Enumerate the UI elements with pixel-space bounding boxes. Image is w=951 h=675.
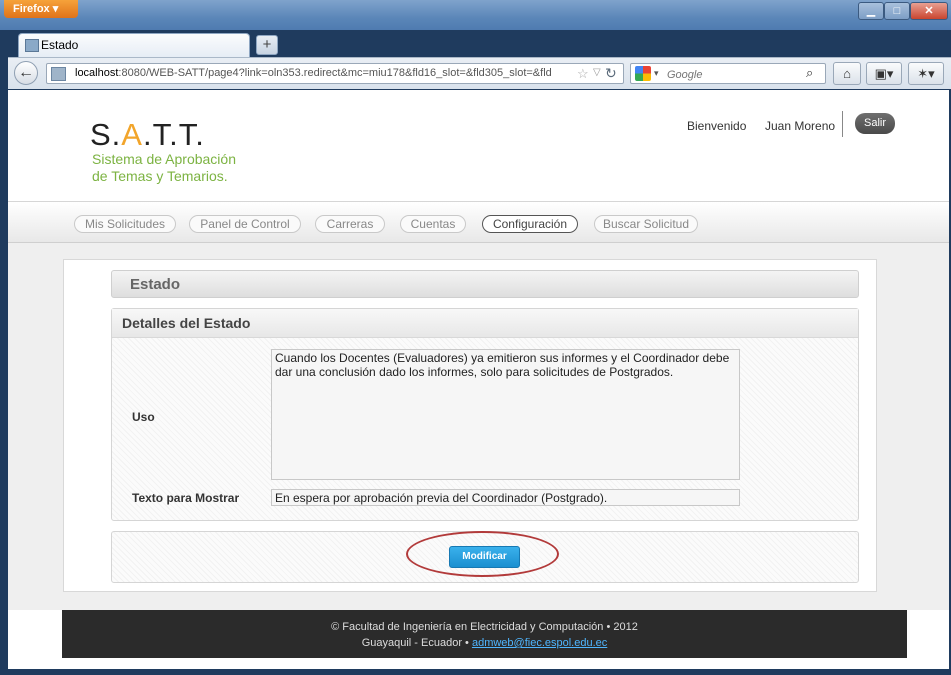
footer-location: Guayaquil - Ecuador • admweb@fiec.espol.… bbox=[361, 637, 608, 649]
home-icon: ⌂ bbox=[843, 66, 851, 81]
addon-button[interactable]: ✶▾ bbox=[908, 62, 944, 85]
window-titlebar bbox=[0, 0, 951, 30]
highlight-circle bbox=[406, 531, 559, 577]
back-button[interactable]: ← bbox=[14, 61, 38, 85]
search-input[interactable] bbox=[665, 66, 799, 83]
search-icon[interactable]: ⌕ bbox=[806, 65, 813, 81]
star-icon[interactable]: ☆ bbox=[577, 66, 589, 82]
web-page: S.A.T.T. Sistema de Aprobación de Temas … bbox=[8, 90, 949, 669]
footer-email-link[interactable]: admweb@fiec.espol.edu.ec bbox=[472, 637, 607, 649]
menu-configuracion[interactable]: Configuración bbox=[482, 215, 578, 233]
texto-para-mostrar-label: Texto para Mostrar bbox=[132, 491, 240, 505]
new-tab-button[interactable]: + bbox=[256, 35, 278, 55]
main-menu: Mis Solicitudes Panel de Control Carrera… bbox=[8, 201, 949, 243]
greeting-text: Bienvenido bbox=[687, 119, 747, 133]
menu-mis-solicitudes[interactable]: Mis Solicitudes bbox=[74, 215, 176, 233]
address-bar[interactable]: localhost:8080/WEB-SATT/page4?link=oln35… bbox=[46, 63, 624, 84]
search-bar[interactable]: ▾ ⌕ bbox=[630, 63, 826, 84]
close-window-button[interactable]: ✕ bbox=[910, 2, 948, 20]
detalles-header: Detalles del Estado bbox=[112, 309, 858, 338]
site-identity-icon[interactable] bbox=[51, 67, 66, 81]
detalles-title: Detalles del Estado bbox=[122, 315, 251, 331]
menu-cuentas[interactable]: Cuentas bbox=[400, 215, 466, 233]
detalles-section: Detalles del Estado Uso Cuando los Docen… bbox=[111, 308, 859, 521]
favicon-icon bbox=[25, 39, 39, 52]
page-footer: © Facultad de Ingeniería en Electricidad… bbox=[62, 610, 907, 658]
bookmarks-icon: ▣▾ bbox=[874, 66, 894, 81]
uso-label: Uso bbox=[132, 410, 155, 424]
header-divider bbox=[842, 111, 843, 137]
menu-buscar-solicitud[interactable]: Buscar Solicitud bbox=[594, 215, 698, 233]
url-text[interactable]: localhost:8080/WEB-SATT/page4?link=oln35… bbox=[75, 67, 552, 79]
uso-textarea[interactable]: Cuando los Docentes (Evaluadores) ya emi… bbox=[271, 349, 740, 480]
reload-icon[interactable]: ↻ bbox=[605, 65, 617, 82]
home-button[interactable]: ⌂ bbox=[833, 62, 861, 85]
bookmarks-button[interactable]: ▣▾ bbox=[866, 62, 902, 85]
addon-icon: ✶▾ bbox=[917, 66, 935, 81]
texto-para-mostrar-field[interactable]: En espera por aprobación previa del Coor… bbox=[271, 489, 740, 506]
minimize-window-button[interactable]: ▁ bbox=[858, 2, 884, 20]
estado-title: Estado bbox=[130, 276, 181, 293]
user-name: Juan Moreno bbox=[765, 119, 836, 133]
firefox-menu-button[interactable]: Firefox ▾ bbox=[4, 0, 78, 18]
menu-carreras[interactable]: Carreras bbox=[315, 215, 385, 233]
app-logo[interactable]: S.A.T.T. bbox=[90, 117, 205, 153]
search-engine-dropdown-icon[interactable]: ▾ bbox=[654, 68, 659, 79]
tab-title: Estado bbox=[41, 38, 79, 52]
menu-panel-de-control[interactable]: Panel de Control bbox=[189, 215, 301, 233]
google-icon[interactable] bbox=[635, 66, 651, 81]
browser-tab-estado[interactable]: Estado bbox=[18, 33, 250, 57]
logout-button[interactable]: Salir bbox=[855, 113, 895, 134]
app-tagline: Sistema de Aprobación de Temas y Temario… bbox=[92, 151, 236, 184]
url-history-dropdown-icon[interactable]: ▽ bbox=[593, 67, 601, 78]
estado-header: Estado bbox=[111, 270, 859, 298]
back-arrow-icon: ← bbox=[18, 64, 34, 81]
footer-copyright: © Facultad de Ingeniería en Electricidad… bbox=[331, 621, 638, 633]
maximize-window-button[interactable]: □ bbox=[884, 2, 910, 20]
